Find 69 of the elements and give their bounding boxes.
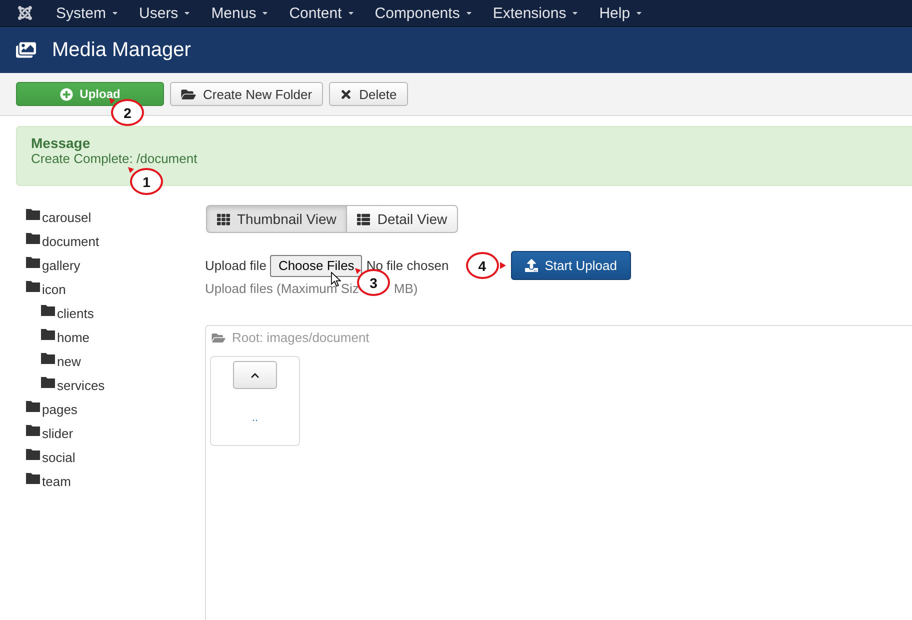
caret-icon <box>111 9 120 17</box>
folder-link[interactable]: carousel <box>26 206 92 230</box>
folder-icon <box>26 449 40 460</box>
folder-link[interactable]: home <box>41 326 90 350</box>
view-tab[interactable]: Detail View <box>346 205 458 233</box>
grid-icon <box>217 212 230 226</box>
menu-item[interactable]: Extensions <box>482 0 590 26</box>
pointer-icon <box>500 262 506 269</box>
folder-link[interactable]: services <box>41 374 105 398</box>
folder-link[interactable]: team <box>26 470 71 494</box>
folder-link[interactable]: new <box>41 350 81 374</box>
folder-icon <box>26 473 40 484</box>
menu-item[interactable]: Users <box>129 0 202 26</box>
upload-label: Upload file <box>205 258 266 274</box>
menu-item[interactable]: Components <box>364 0 483 26</box>
size-hint-text: MB) <box>394 281 418 297</box>
folder-icon <box>41 353 55 364</box>
caret-icon <box>571 9 580 17</box>
caret-icon <box>346 9 355 17</box>
new-folder-button[interactable]: Create New Folder <box>170 82 324 106</box>
image-icon <box>16 41 36 59</box>
menu-item[interactable]: Content <box>279 0 365 26</box>
folder-link[interactable]: clients <box>41 302 94 326</box>
folder-icon <box>41 329 55 340</box>
folder-link[interactable]: icon <box>26 278 66 302</box>
message-heading: Message <box>31 135 90 151</box>
delete-button[interactable]: Delete <box>329 82 408 106</box>
caret-icon <box>635 9 644 17</box>
caret-icon <box>183 9 192 17</box>
folder-link[interactable]: document <box>26 230 100 254</box>
choose-files-button[interactable]: Choose Files <box>270 254 362 276</box>
view-tab[interactable]: Thumbnail View <box>206 205 348 233</box>
folder-icon <box>26 401 40 412</box>
step-callout: 4 <box>466 252 499 279</box>
parent-folder-card[interactable]: .. <box>210 356 300 446</box>
size-hint-text: Upload files (Maximum Siz <box>205 281 359 297</box>
pointer-icon <box>128 167 134 173</box>
start-upload-button[interactable]: Start Upload <box>510 251 631 280</box>
menu-item[interactable]: Menus <box>201 0 280 26</box>
step-callout: 3 <box>357 269 390 296</box>
folder-icon <box>41 305 55 316</box>
folder-open-icon <box>181 88 196 100</box>
upload-icon <box>524 259 538 272</box>
chevron-up-icon <box>249 370 261 380</box>
folder-icon <box>41 377 55 388</box>
folder-link[interactable]: pages <box>26 398 78 422</box>
page-title: Media Manager <box>52 38 191 62</box>
folder-open-icon <box>211 332 226 344</box>
caret-icon <box>464 9 473 17</box>
folder-link[interactable]: gallery <box>26 254 80 278</box>
folder-icon <box>26 209 40 220</box>
step-callout: 1 <box>130 168 163 195</box>
logo-icon[interactable] <box>17 5 33 21</box>
folder-icon <box>26 233 40 244</box>
menu-item[interactable]: Help <box>589 0 654 26</box>
folder-link[interactable]: slider <box>26 422 74 446</box>
pointer-icon <box>355 268 361 274</box>
folder-icon <box>26 281 40 292</box>
x-icon <box>340 88 352 100</box>
message-text: Create Complete: /document <box>31 151 198 166</box>
folder-icon <box>26 425 40 436</box>
list-icon <box>357 212 370 226</box>
path-text: Root: images/document <box>232 330 370 346</box>
folder-icon <box>26 257 40 268</box>
parent-folder-label: .. <box>252 411 258 425</box>
menu-item[interactable]: System <box>46 0 130 26</box>
step-callout: 2 <box>111 99 144 126</box>
folder-link[interactable]: social <box>26 446 76 470</box>
caret-icon <box>261 9 270 17</box>
